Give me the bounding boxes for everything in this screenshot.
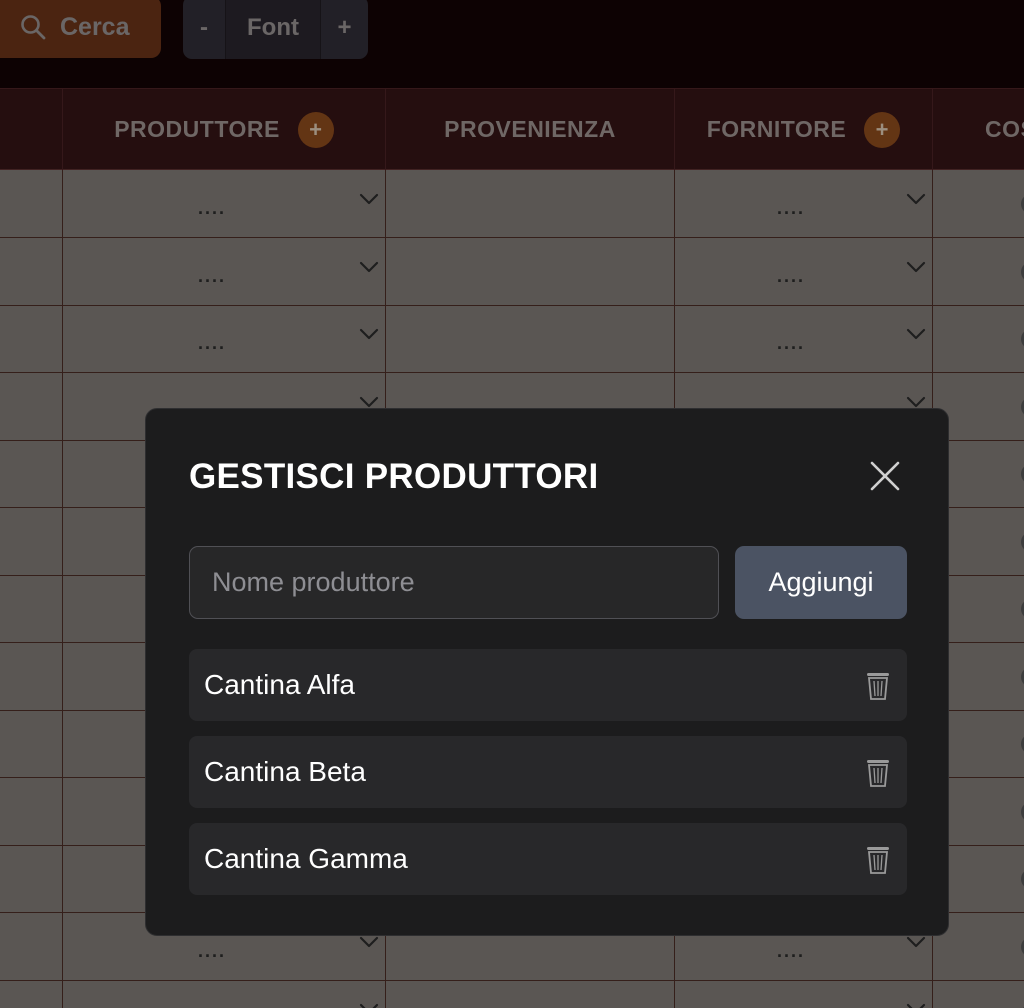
trash-icon[interactable]	[864, 844, 892, 875]
add-producer-button[interactable]: Aggiungi	[735, 546, 907, 619]
dialog-title: GESTISCI PRODUTTORI	[189, 457, 599, 496]
list-item: Cantina Gamma	[189, 823, 907, 895]
list-item: Cantina Beta	[189, 736, 907, 808]
close-icon[interactable]	[868, 459, 902, 493]
trash-icon[interactable]	[864, 670, 892, 701]
trash-icon[interactable]	[864, 757, 892, 788]
list-item: Cantina Alfa	[189, 649, 907, 721]
producer-name-input[interactable]	[189, 546, 719, 619]
producer-name: Cantina Beta	[204, 756, 366, 787]
producer-name: Cantina Gamma	[204, 843, 408, 874]
producer-name: Cantina Alfa	[204, 669, 355, 700]
producer-list: Cantina Alfa Cantina Beta Cantina Gamma	[189, 649, 907, 910]
manage-producers-dialog: GESTISCI PRODUTTORI Aggiungi Cantina Alf…	[145, 408, 949, 936]
